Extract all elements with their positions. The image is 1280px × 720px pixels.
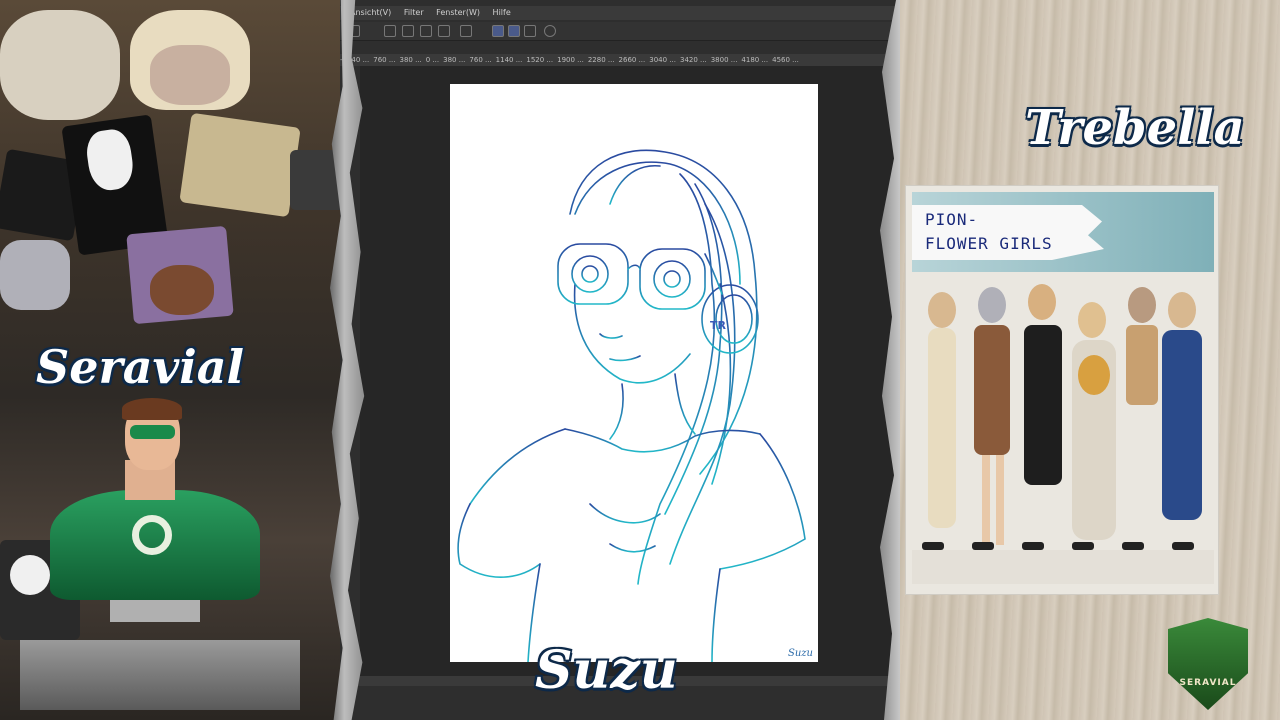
ruler-tick-label: 2280 ... (587, 56, 615, 64)
ruler-tick-label: 1140 ... (495, 56, 523, 64)
menu-item-filter[interactable]: Filter (404, 6, 424, 20)
artist-label-left: Seravial (36, 340, 245, 394)
flower-girls-illustration (912, 280, 1214, 590)
menu-item-view[interactable]: Ansicht(V) (350, 6, 391, 20)
drawing-canvas[interactable]: TR Suzu (450, 84, 818, 663)
origami-figure (10, 555, 50, 595)
origami-figure (0, 240, 70, 310)
package-title-line1: PION- (925, 210, 979, 229)
ruler-ticks: -1140 ... 760 ... 380 ... 0 ... 380 ... 760 .… (340, 56, 803, 64)
menu-item-window[interactable]: Fenster(W) (436, 6, 480, 20)
menu-bar: Ansicht(V) Filter Fenster(W) Hilfe (340, 6, 900, 20)
tool-button-icon[interactable] (438, 25, 450, 37)
tool-button-icon[interactable] (420, 25, 432, 37)
ruler-tick-label: 4180 ... (741, 56, 769, 64)
origami-figure (179, 112, 301, 218)
help-icon[interactable] (544, 25, 556, 37)
ruler-tick-label: 380 ... (443, 56, 466, 64)
ruler-tick-label: 760 ... (469, 56, 492, 64)
ruler-tick-label: 3800 ... (710, 56, 738, 64)
lantern-emblem (132, 515, 172, 555)
bust-nameplate (110, 600, 200, 622)
ruler-tick-label: 1520 ... (526, 56, 554, 64)
channel-logo-text: SERAVIAL (1179, 678, 1237, 688)
artist-label-right: Trebella (1025, 100, 1245, 156)
package-title-line2: FLOWER GIRLS (925, 234, 1053, 253)
headphone-logo: TR (710, 319, 727, 332)
stabilizer-icon[interactable] (508, 25, 520, 37)
artist-signature: Suzu (788, 648, 813, 659)
menu-item-help[interactable]: Hilfe (493, 6, 511, 20)
sketch-illustration: TR Suzu (457, 149, 813, 663)
tool-button-icon[interactable] (460, 25, 472, 37)
origami-figure (150, 265, 214, 315)
ruler-tick-label: 380 ... (399, 56, 422, 64)
ruler-tick-label: 3420 ... (679, 56, 707, 64)
tool-button-icon[interactable] (402, 25, 414, 37)
command-bar (340, 22, 900, 41)
stabilizer-icon[interactable] (492, 25, 504, 37)
ruler-tick-label: 2660 ... (618, 56, 646, 64)
ruler-tick-label: 0 ... (425, 56, 440, 64)
bust-pedestal (20, 640, 300, 710)
artist-label-center: Suzu (535, 640, 678, 701)
ruler-tick-label: 1900 ... (557, 56, 584, 64)
tool-button-icon[interactable] (384, 25, 396, 37)
bust-hair (122, 398, 182, 420)
horizontal-ruler: -1140 ... 760 ... 380 ... 0 ... 380 ... 760 .… (340, 54, 900, 66)
ruler-tick-label: 4560 ... (772, 56, 799, 64)
ruler-tool-icon[interactable] (524, 25, 536, 37)
ruler-tick-label: 760 ... (373, 56, 396, 64)
origami-figure (150, 45, 230, 105)
bust-mask (130, 425, 175, 439)
origami-figure (0, 10, 120, 120)
ruler-tick-label: 3040 ... (649, 56, 676, 64)
